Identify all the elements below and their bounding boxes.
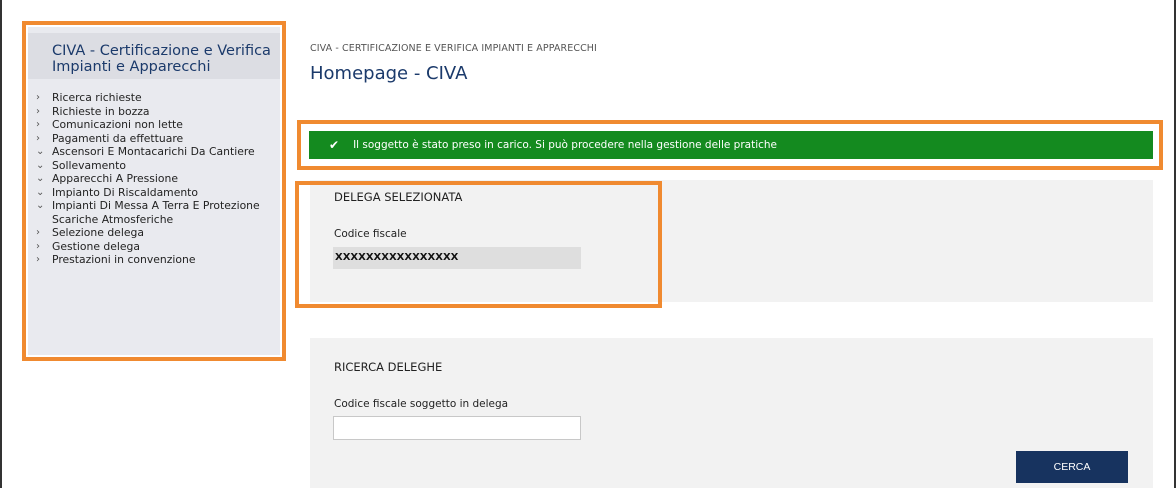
- cerca-button[interactable]: CERCA: [1016, 451, 1128, 483]
- ricerca-panel-title: RICERCA DELEGHE: [334, 360, 443, 374]
- breadcrumb[interactable]: CIVA - CERTIFICAZIONE E VERIFICA IMPIANT…: [310, 43, 597, 54]
- highlight-box-alert: [297, 120, 1163, 170]
- highlight-box-delega: [295, 181, 662, 308]
- codice-fiscale-delega-label: Codice fiscale soggetto in delega: [334, 398, 509, 410]
- page-title: Homepage - CIVA: [310, 63, 468, 84]
- highlight-box-sidebar: [22, 21, 286, 361]
- codice-fiscale-delega-input[interactable]: [333, 416, 581, 440]
- frame-border-left: [0, 0, 2, 488]
